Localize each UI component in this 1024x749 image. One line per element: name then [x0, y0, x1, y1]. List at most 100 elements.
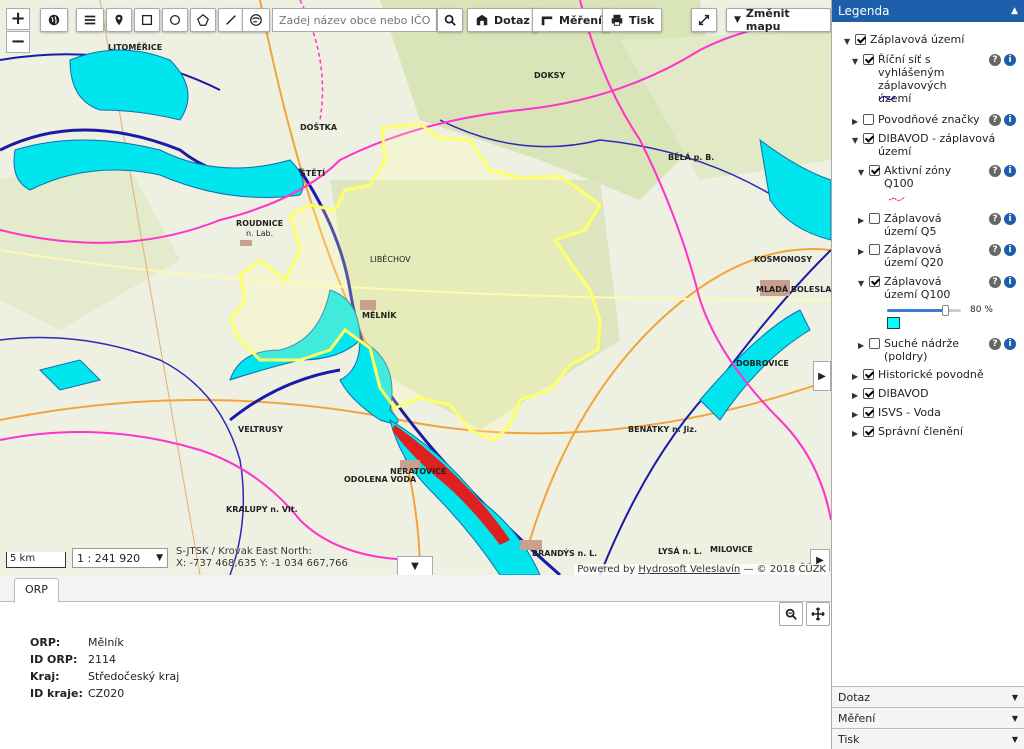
menu-button[interactable] [76, 8, 104, 32]
attribute-row: ORP: Mělník [30, 636, 179, 653]
accordion-tisk[interactable]: Tisk ▼ [832, 728, 1024, 749]
collapse-up-icon[interactable]: ▲ [1011, 6, 1018, 16]
info-icon[interactable]: i [1004, 213, 1016, 225]
globe-button[interactable] [40, 8, 68, 32]
legend-label: ISVS - Voda [878, 406, 941, 419]
expand-legend-arrow[interactable]: ▶ [813, 361, 831, 391]
attribute-row: Kraj: Středočeský kraj [30, 670, 179, 687]
help-icon[interactable]: ? [989, 338, 1001, 350]
river-line-symbol [878, 95, 896, 101]
layer-checkbox[interactable] [863, 114, 874, 125]
point-tool-button[interactable] [106, 8, 132, 32]
collapsed-triangle-icon[interactable]: ▶ [852, 370, 861, 383]
circle-tool-button[interactable] [162, 8, 188, 32]
search-button[interactable] [437, 8, 463, 32]
svg-text:VELTRUSY: VELTRUSY [238, 425, 283, 434]
layer-checkbox[interactable] [863, 133, 874, 144]
polygon-tool-button[interactable] [190, 8, 216, 32]
info-icon[interactable]: i [1004, 54, 1016, 66]
info-icon[interactable]: i [1004, 276, 1016, 288]
legend-icons: ? i [989, 213, 1016, 225]
opacity-slider-thumb[interactable] [942, 305, 950, 316]
expanded-triangle-icon[interactable]: ▼ [858, 277, 867, 290]
layer-checkbox[interactable] [869, 338, 880, 349]
svg-text:DOŠTKA: DOŠTKA [300, 121, 338, 132]
collapsed-triangle-icon[interactable]: ▶ [858, 214, 867, 227]
scale-select[interactable]: 1 : 241 920 ▼ [72, 548, 168, 568]
legend-item-spravni-cleneni[interactable]: ▶ Správní členění [852, 425, 963, 440]
collapsed-triangle-icon[interactable]: ▶ [852, 427, 861, 440]
search-input[interactable] [272, 8, 437, 32]
expanded-triangle-icon[interactable]: ▼ [844, 35, 853, 48]
info-icon[interactable]: i [1004, 114, 1016, 126]
layer-checkbox[interactable] [863, 388, 874, 399]
legend-icons: ? i [989, 165, 1016, 177]
legend-item-dibavod[interactable]: ▶ DIBAVOD [852, 387, 929, 402]
layer-checkbox[interactable] [869, 244, 880, 255]
change-map-button[interactable]: ▼ Změnit mapu [726, 7, 831, 33]
layer-checkbox[interactable] [863, 369, 874, 380]
legend-item-isvs-voda[interactable]: ▶ ISVS - Voda [852, 406, 941, 421]
layer-checkbox[interactable] [863, 426, 874, 437]
map-view[interactable]: LITOMĚŘICE ROUDNICE n. Lab. MĚLNÍK LIBĚC… [0, 0, 831, 575]
legend-label: Správní členění [878, 425, 963, 438]
attribution-link[interactable]: Hydrosoft Veleslavín [638, 564, 740, 575]
zoom-to-feature-button[interactable] [779, 602, 803, 626]
collapsed-triangle-icon[interactable]: ▶ [852, 115, 861, 128]
collapsed-triangle-icon[interactable]: ▶ [858, 245, 867, 258]
legend-item-q100[interactable]: ▼ Záplavová území Q100 [858, 275, 978, 301]
collapsed-triangle-icon[interactable]: ▶ [852, 408, 861, 421]
accordion-dotaz[interactable]: Dotaz ▼ [832, 686, 1024, 707]
svg-text:ODOLENA VODA: ODOLENA VODA [344, 475, 417, 484]
active-zone-symbol [888, 196, 906, 202]
legend-item-aktivni-zony[interactable]: ▼ Aktivní zóny Q100 [858, 164, 978, 190]
move-icon [811, 607, 825, 621]
help-icon[interactable]: ? [989, 114, 1001, 126]
legend-item-povodnove-znacky[interactable]: ▶ Povodňové značky [852, 113, 980, 128]
info-icon[interactable]: i [1004, 244, 1016, 256]
zoom-out-button[interactable]: − [6, 31, 30, 53]
layer-checkbox[interactable] [869, 276, 880, 287]
legend-label: Povodňové značky [878, 113, 980, 126]
help-icon[interactable]: ? [989, 244, 1001, 256]
expanded-triangle-icon[interactable]: ▼ [852, 134, 861, 147]
layer-checkbox[interactable] [863, 54, 874, 65]
legend-header[interactable]: Legenda ▲ [832, 0, 1024, 22]
expanded-triangle-icon[interactable]: ▼ [852, 55, 861, 68]
info-panel: ORP ORP: Mělník ID ORP: 2114 Kraj: Středoče… [0, 575, 831, 749]
help-icon[interactable]: ? [989, 54, 1001, 66]
legend-item-historicke-povodne[interactable]: ▶ Historické povodně [852, 368, 984, 383]
legend-item-zaplavova-uzemi[interactable]: ▼ Záplavová území [844, 33, 964, 48]
tab-orp[interactable]: ORP [14, 578, 59, 603]
help-icon[interactable]: ? [989, 213, 1001, 225]
legend-item-q20[interactable]: ▶ Záplavová území Q20 [858, 243, 978, 269]
toggle-bottom-panel-button[interactable]: ▼ [397, 556, 433, 575]
fullscreen-button[interactable] [691, 8, 717, 32]
help-icon[interactable]: ? [989, 165, 1001, 177]
legend-item-poldry[interactable]: ▶ Suché nádrže (poldry) [858, 337, 978, 363]
collapsed-triangle-icon[interactable]: ▶ [858, 339, 867, 352]
opacity-slider-track[interactable] [887, 305, 961, 316]
help-icon[interactable]: ? [989, 276, 1001, 288]
layers-globe-button[interactable] [242, 8, 270, 32]
pan-to-feature-button[interactable] [806, 602, 830, 626]
legend-item-ricni-sit[interactable]: ▼ Říční síť s vyhlášeným záplavových úze… [852, 53, 1012, 105]
info-icon[interactable]: i [1004, 165, 1016, 177]
layer-checkbox[interactable] [863, 407, 874, 418]
query-button[interactable]: Dotaz [467, 8, 538, 32]
expanded-triangle-icon[interactable]: ▼ [858, 166, 867, 179]
rectangle-tool-button[interactable] [134, 8, 160, 32]
layer-checkbox[interactable] [869, 165, 880, 176]
measure-button[interactable]: Měření [532, 8, 610, 32]
accordion-mereni[interactable]: Měření ▼ [832, 707, 1024, 728]
scale-bar: 5 km [6, 552, 66, 568]
layer-checkbox[interactable] [869, 213, 880, 224]
collapsed-triangle-icon[interactable]: ▶ [852, 389, 861, 402]
print-button[interactable]: Tisk [602, 8, 663, 32]
info-icon[interactable]: i [1004, 338, 1016, 350]
layer-checkbox[interactable] [855, 34, 866, 45]
line-tool-button[interactable] [218, 8, 244, 32]
legend-item-dibavod-zaplavova[interactable]: ▼ DIBAVOD - záplavová území [852, 132, 1012, 158]
zoom-in-button[interactable]: + [6, 8, 30, 30]
legend-item-q5[interactable]: ▶ Záplavová území Q5 [858, 212, 978, 238]
